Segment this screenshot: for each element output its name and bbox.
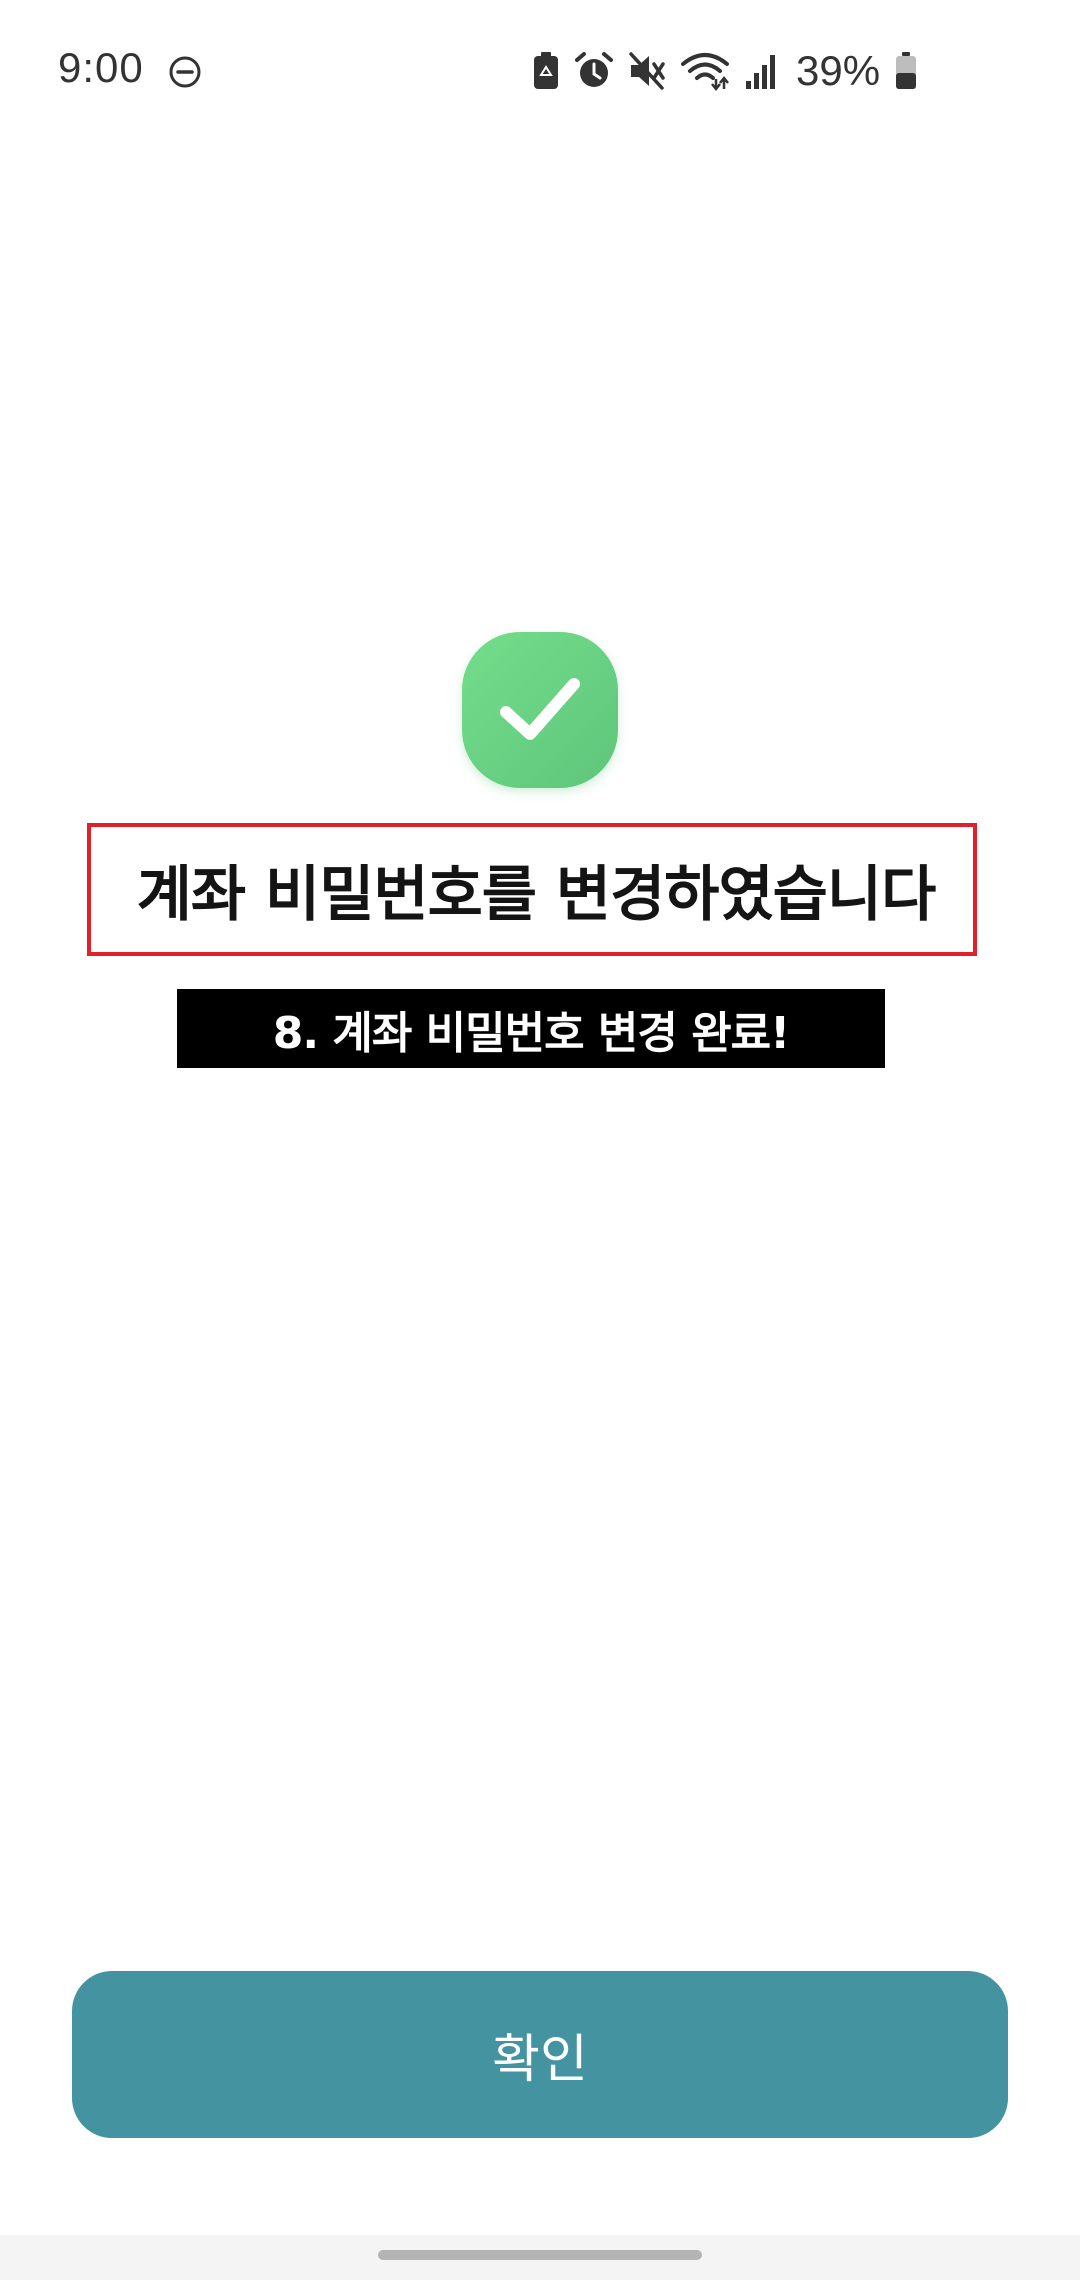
caption-banner: 8. 계좌 비밀번호 변경 완료! bbox=[177, 989, 885, 1068]
navigation-bar bbox=[0, 2235, 1080, 2280]
success-check-badge bbox=[462, 632, 618, 788]
battery-icon bbox=[896, 52, 917, 89]
highlight-frame: 계좌 비밀번호를 변경하였습니다 bbox=[87, 823, 977, 956]
password-change-complete-screen: 9:00 39% 계좌 비밀번호를 변경하였습니다 8. 계좌 비밀번호 변경 … bbox=[0, 0, 1080, 2280]
battery-percent: 39% bbox=[796, 47, 881, 94]
success-message: 계좌 비밀번호를 변경하였습니다 bbox=[136, 860, 937, 930]
confirm-button[interactable]: 확인 bbox=[72, 1971, 1008, 2138]
wifi-icon bbox=[681, 53, 729, 91]
status-icons: 39% bbox=[532, 47, 918, 94]
home-indicator[interactable] bbox=[378, 2250, 702, 2260]
status-bar: 9:00 39% bbox=[0, 0, 1080, 140]
battery-saver-icon bbox=[534, 52, 558, 89]
caption-text: 8. 계좌 비밀번호 변경 완료! bbox=[272, 1007, 790, 1059]
signal-icon bbox=[746, 55, 775, 89]
alarm-icon bbox=[575, 52, 613, 87]
do-not-disturb-icon bbox=[169, 56, 201, 88]
mute-icon bbox=[629, 52, 665, 90]
check-icon bbox=[500, 678, 580, 740]
status-time: 9:00 bbox=[58, 44, 144, 91]
